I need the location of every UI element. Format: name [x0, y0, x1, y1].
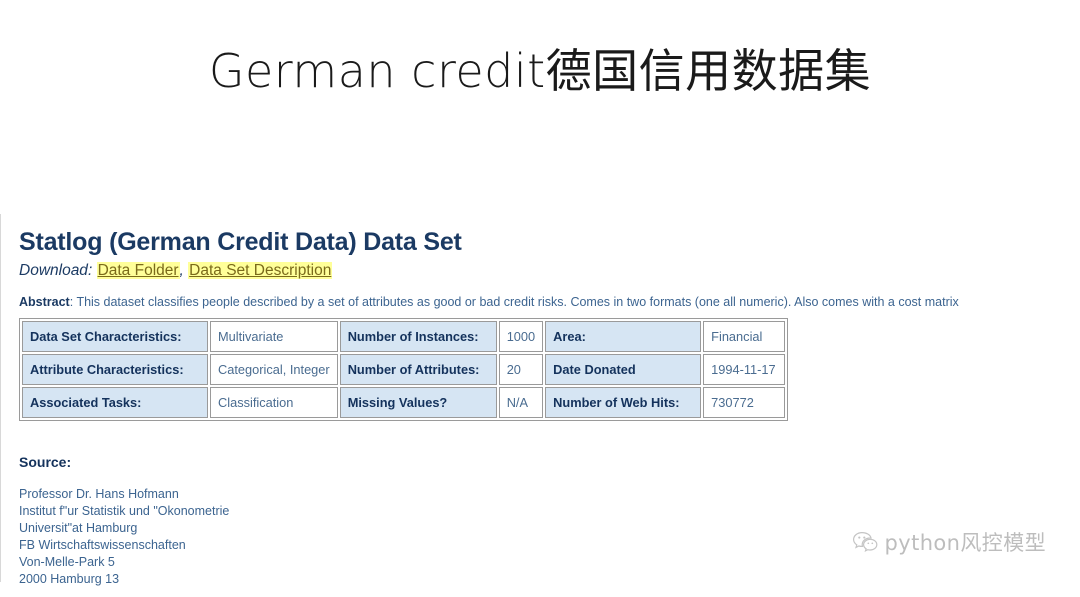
download-label: Download: [19, 261, 88, 279]
source-line: Institut f"ur Statistik und "Okonometrie: [19, 503, 230, 518]
cell-label-date-donated: Date Donated: [545, 353, 702, 385]
cell-value-date-donated: 1994-11-17: [703, 353, 786, 385]
dataset-attributes-table: Data Set Characteristics: Multivariate N…: [19, 317, 789, 421]
cell-value-number-of-attributes: 20: [498, 353, 544, 385]
download-colon: :: [87, 261, 93, 279]
source-line: 2000 Hamburg 13: [19, 572, 120, 587]
source-line: FB Wirtschaftswissenschaften: [19, 538, 186, 553]
cell-value-area: Financial: [703, 320, 786, 352]
cell-label-attribute-characteristics: Attribute Characteristics:: [22, 353, 208, 385]
cell-value-data-set-characteristics: Multivariate: [210, 320, 338, 352]
source-address-block: Professor Dr. Hans Hofmann Institut f"ur…: [19, 486, 1069, 589]
cell-value-attribute-characteristics: Categorical, Integer: [210, 353, 338, 385]
cell-label-associated-tasks: Associated Tasks:: [22, 386, 208, 418]
source-heading: Source:: [19, 453, 72, 470]
cell-value-associated-tasks: Classification: [210, 386, 338, 418]
cell-value-number-of-instances: 1000: [498, 320, 544, 352]
abstract-line: Abstract: This dataset classifies people…: [19, 294, 1069, 311]
abstract-text: : This dataset classifies people describ…: [69, 294, 959, 309]
cell-label-data-set-characteristics: Data Set Characteristics:: [22, 320, 208, 352]
cell-value-number-of-web-hits: 730772: [703, 386, 786, 418]
cell-label-area: Area:: [545, 320, 702, 352]
slide-title: German credit德国信用数据集: [208, 44, 872, 98]
uci-page-content: Statlog (German Credit Data) Data Set Do…: [19, 228, 1069, 589]
link-separator: ,: [179, 261, 184, 279]
table-row: Data Set Characteristics: Multivariate N…: [22, 320, 786, 352]
table-row: Associated Tasks: Classification Missing…: [22, 386, 786, 418]
source-line: Professor Dr. Hans Hofmann: [19, 486, 179, 501]
source-line: Universit"at Hamburg: [19, 521, 138, 536]
source-line: Von-Melle-Park 5: [19, 555, 115, 570]
table-row: Attribute Characteristics: Categorical, …: [22, 353, 786, 385]
cell-label-missing-values: Missing Values?: [339, 386, 497, 418]
download-line: Download: Data Folder, Data Set Descript…: [19, 261, 1069, 281]
data-set-description-link[interactable]: Data Set Description: [188, 261, 333, 279]
dataset-heading: Statlog (German Credit Data) Data Set: [19, 228, 462, 256]
cell-value-missing-values: N/A: [498, 386, 544, 418]
cell-label-number-of-instances: Number of Instances:: [339, 320, 497, 352]
cell-label-number-of-web-hits: Number of Web Hits:: [545, 386, 702, 418]
abstract-label: Abstract: [19, 294, 70, 309]
uci-dataset-page: Statlog (German Credit Data) Data Set Do…: [0, 214, 1080, 586]
data-folder-link[interactable]: Data Folder: [96, 261, 180, 279]
cell-label-number-of-attributes: Number of Attributes:: [339, 353, 497, 385]
